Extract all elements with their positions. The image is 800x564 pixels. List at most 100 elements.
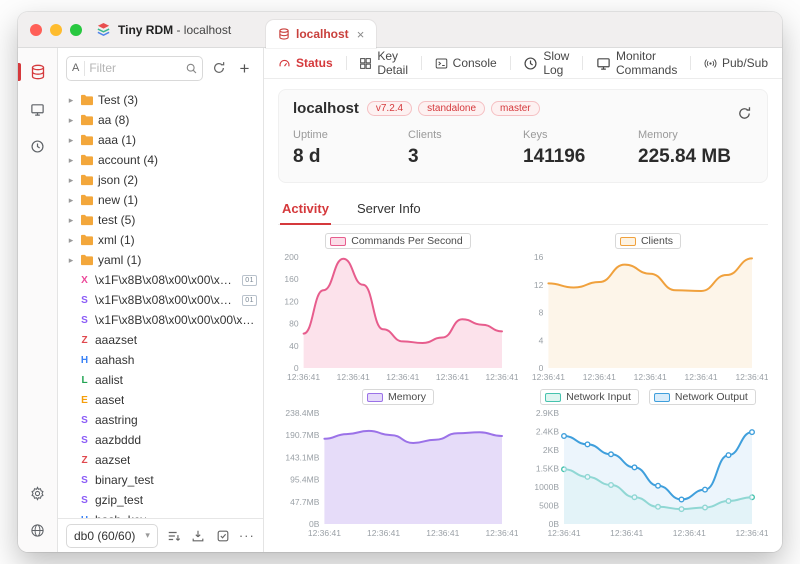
tree-folder[interactable]: ▸ aa (8) bbox=[58, 110, 263, 130]
tab-monitor-commands[interactable]: Monitor Commands bbox=[596, 49, 677, 77]
tree-key[interactable]: Saazbddd bbox=[58, 430, 263, 450]
chart-plot: .tick{font:8.5px "Liberation Sans",sans-… bbox=[278, 251, 518, 383]
tree-key[interactable]: Sbinary_test bbox=[58, 470, 263, 490]
tree-folder[interactable]: ▸ test (5) bbox=[58, 210, 263, 230]
tab-label: Console bbox=[452, 56, 497, 70]
svg-text:12:36:41: 12:36:41 bbox=[386, 372, 419, 382]
legend-item[interactable]: Commands Per Second bbox=[325, 233, 471, 249]
tab-console[interactable]: Console bbox=[435, 56, 497, 70]
caret-right-icon[interactable]: ▸ bbox=[66, 235, 76, 246]
tree-key[interactable]: Zaazset bbox=[58, 450, 263, 470]
tab-slow-log[interactable]: Slow Log bbox=[523, 49, 569, 77]
caret-right-icon[interactable]: ▸ bbox=[66, 175, 76, 186]
caret-right-icon[interactable]: ▸ bbox=[66, 215, 76, 226]
server-head: localhost v7.2.4 standalone master bbox=[293, 100, 753, 117]
tree-key[interactable]: Laalist bbox=[58, 370, 263, 390]
chart-network: Network Input Network Output .tick{font:8.… bbox=[528, 387, 769, 539]
legend-swatch-icon bbox=[367, 392, 384, 402]
match-case-toggle[interactable]: A bbox=[67, 60, 86, 76]
tree-folder[interactable]: ▸ account (4) bbox=[58, 150, 263, 170]
settings-button[interactable] bbox=[18, 481, 57, 505]
caret-right-icon[interactable]: ▸ bbox=[66, 195, 76, 206]
tree-key[interactable]: S \x1F\x8B\x08\x00\x00\x00\x00\x0... bbox=[58, 310, 263, 330]
svg-text:12:36:41: 12:36:41 bbox=[673, 528, 706, 538]
legend-item[interactable]: Network Input bbox=[540, 389, 639, 405]
tree-key[interactable]: Hhash_key bbox=[58, 510, 263, 518]
tree-folder[interactable]: ▸ xml (1) bbox=[58, 230, 263, 250]
rail-item-databases[interactable] bbox=[18, 60, 57, 84]
grid-icon bbox=[359, 57, 372, 70]
sort-icon[interactable] bbox=[166, 527, 182, 545]
search-icon[interactable] bbox=[181, 58, 202, 79]
close-window-button[interactable] bbox=[30, 23, 42, 36]
subtab-activity[interactable]: Activity bbox=[280, 193, 331, 225]
svg-text:12:36:41: 12:36:41 bbox=[308, 528, 341, 538]
folder-icon bbox=[80, 234, 94, 246]
tree-key[interactable]: Sgzip_test bbox=[58, 490, 263, 510]
svg-text:200: 200 bbox=[284, 252, 298, 262]
broadcast-icon bbox=[704, 57, 717, 70]
svg-text:95.4MB: 95.4MB bbox=[290, 475, 320, 485]
legend-item[interactable]: Memory bbox=[362, 389, 434, 405]
toolbar-divider bbox=[421, 56, 422, 70]
rail-item-servers[interactable] bbox=[18, 97, 57, 121]
globe-icon bbox=[30, 523, 45, 538]
tree-key[interactable]: Eaaset bbox=[58, 390, 263, 410]
titlebar: Tiny RDM - localhost localhost × bbox=[18, 12, 782, 48]
refresh-keys-button[interactable] bbox=[208, 58, 229, 79]
app-subtitle: - localhost bbox=[176, 22, 232, 37]
folder-label: aaa (1) bbox=[98, 133, 137, 147]
caret-right-icon[interactable]: ▸ bbox=[66, 95, 76, 106]
import-icon[interactable] bbox=[190, 527, 206, 545]
caret-right-icon[interactable]: ▸ bbox=[66, 255, 76, 266]
legend-item[interactable]: Network Output bbox=[648, 389, 756, 405]
status-content: localhost v7.2.4 standalone master Uptime 8… bbox=[264, 79, 782, 552]
folder-icon bbox=[80, 114, 94, 126]
tree-key[interactable]: S \x1F\x8B\x08\x00\x00\x09\x8... 01 bbox=[58, 290, 263, 310]
tree-key[interactable]: Haahash bbox=[58, 350, 263, 370]
svg-text:47.7MB: 47.7MB bbox=[290, 497, 320, 507]
key-label: aaset bbox=[95, 393, 125, 407]
tree-key[interactable]: Zaaazset bbox=[58, 330, 263, 350]
key-label: aahash bbox=[95, 353, 135, 367]
legend-swatch-icon bbox=[330, 236, 347, 246]
legend-item[interactable]: Clients bbox=[614, 233, 682, 249]
caret-right-icon[interactable]: ▸ bbox=[66, 115, 76, 126]
subtab-server-info[interactable]: Server Info bbox=[355, 193, 423, 224]
db-icon bbox=[278, 28, 290, 40]
add-key-button[interactable]: + bbox=[234, 58, 255, 79]
svg-text:12:36:41: 12:36:41 bbox=[337, 372, 370, 382]
folder-label: new (1) bbox=[98, 193, 139, 207]
maximize-window-button[interactable] bbox=[70, 23, 82, 36]
app-window: Tiny RDM - localhost localhost × A Filte… bbox=[18, 12, 782, 552]
tab-pub-sub[interactable]: Pub/Sub bbox=[704, 56, 768, 70]
checkbox-icon[interactable] bbox=[214, 527, 230, 545]
tree-folder[interactable]: ▸ yaml (1) bbox=[58, 250, 263, 270]
toolbar-divider bbox=[345, 56, 347, 70]
tree-folder[interactable]: ▸ Test (3) bbox=[58, 90, 263, 110]
caret-right-icon[interactable]: ▸ bbox=[66, 155, 76, 166]
tree-folder[interactable]: ▸ json (2) bbox=[58, 170, 263, 190]
rail-item-history[interactable] bbox=[18, 134, 57, 158]
tab-status[interactable]: Status bbox=[278, 56, 333, 70]
key-label: aalist bbox=[95, 373, 124, 387]
tab-localhost[interactable]: localhost × bbox=[266, 20, 377, 48]
tree-key[interactable]: Saastring bbox=[58, 410, 263, 430]
stat-label: Keys bbox=[523, 129, 548, 141]
more-actions-icon[interactable]: ··· bbox=[239, 527, 255, 545]
close-tab-icon[interactable]: × bbox=[357, 27, 365, 42]
filter-input[interactable] bbox=[85, 61, 181, 75]
server-stats: Uptime 8 d Clients 3 Keys 141196 Memory 225.84 … bbox=[293, 129, 753, 168]
binary-icon: 01 bbox=[242, 294, 257, 306]
minimize-window-button[interactable] bbox=[50, 23, 62, 36]
db-select[interactable]: db0 (60/60) ▾ bbox=[66, 523, 158, 548]
tree-key[interactable]: X \x1F\x8B\x08\x00\x00\x00\x00\x0... 01 bbox=[58, 270, 263, 290]
language-button[interactable] bbox=[18, 518, 57, 542]
refresh-status-button[interactable] bbox=[733, 102, 755, 124]
svg-text:12: 12 bbox=[534, 280, 544, 290]
key-label: \x1F\x8B\x08\x00\x00\x00\x00\x0... bbox=[95, 313, 257, 327]
tab-key-detail[interactable]: Key Detail bbox=[359, 49, 408, 77]
caret-right-icon[interactable]: ▸ bbox=[66, 135, 76, 146]
tree-folder[interactable]: ▸ aaa (1) bbox=[58, 130, 263, 150]
tree-folder[interactable]: ▸ new (1) bbox=[58, 190, 263, 210]
